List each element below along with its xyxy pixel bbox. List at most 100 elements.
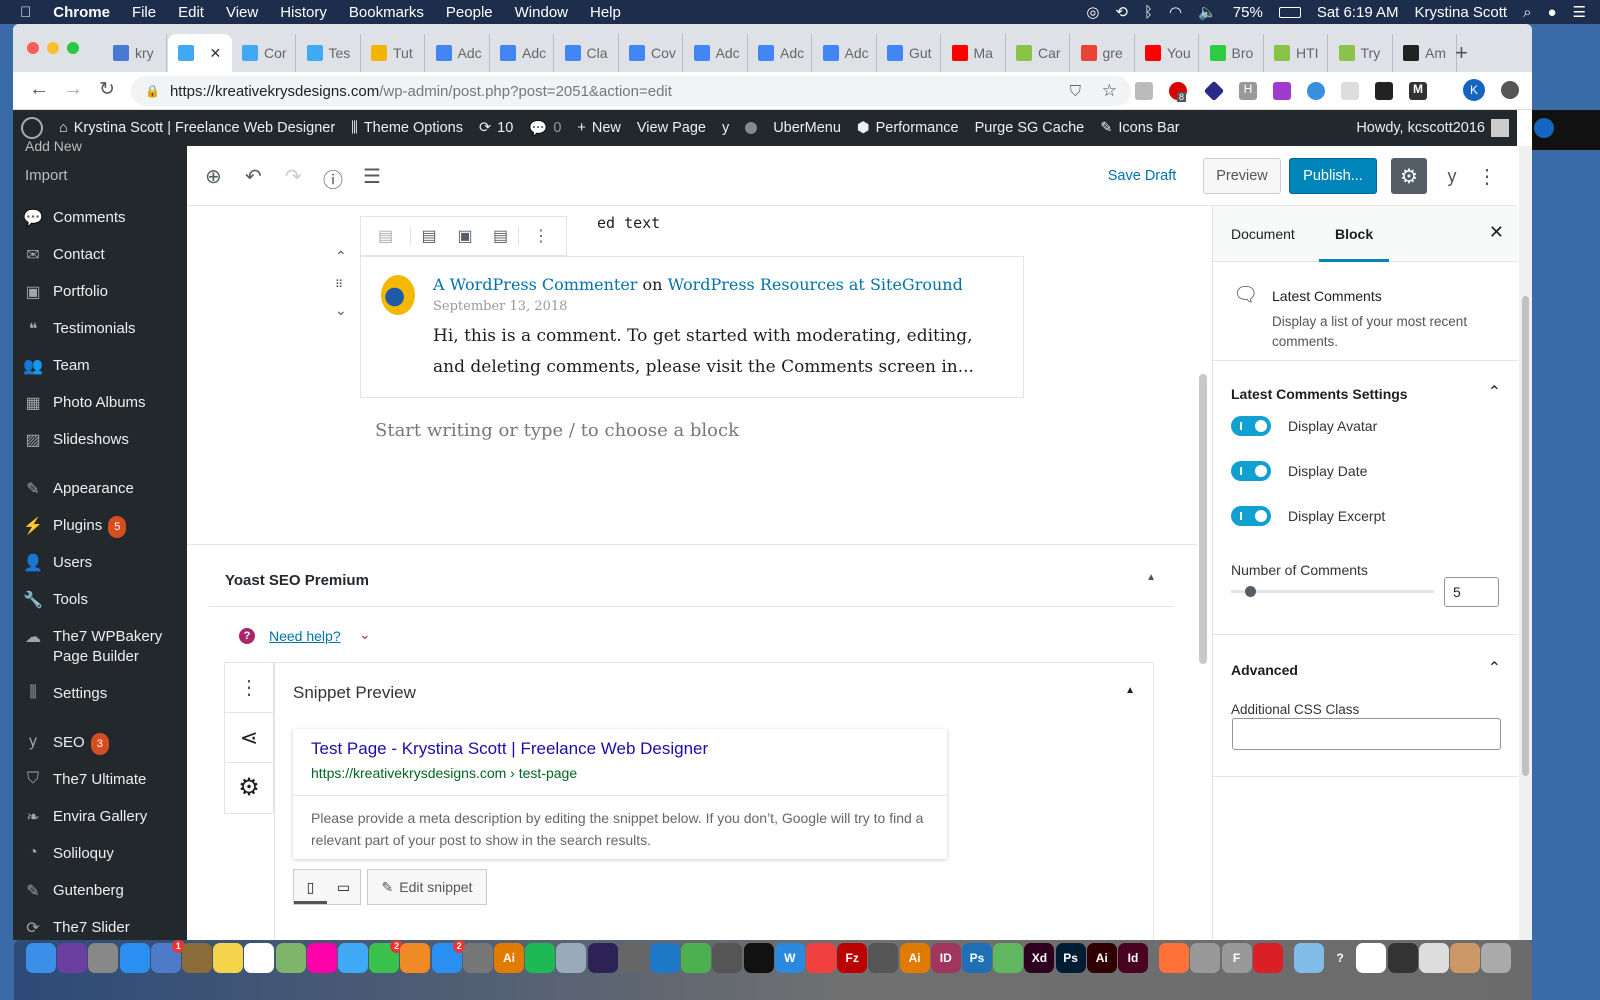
diamond-extension-icon[interactable]: [1203, 80, 1225, 102]
back-icon[interactable]: ←: [29, 78, 49, 101]
menu-file[interactable]: File: [132, 4, 156, 21]
reload-icon[interactable]: ↻: [99, 78, 115, 101]
yoast-sidebar-button[interactable]: y: [1437, 158, 1467, 194]
snippet-title[interactable]: Test Page - Krystina Scott | Freelance W…: [311, 739, 708, 759]
dock-photos-icon[interactable]: [306, 943, 337, 973]
h-extension-icon[interactable]: H: [1239, 82, 1257, 100]
dock-creative-cloud-icon[interactable]: [1252, 943, 1283, 973]
move-up-icon[interactable]: ⌃: [335, 248, 347, 265]
dock-sequel-pro-icon[interactable]: [1190, 943, 1221, 973]
css-class-input[interactable]: [1232, 718, 1501, 750]
sidebar-item-testimonials[interactable]: ❝ Testimonials: [13, 319, 187, 339]
sidebar-item-slideshows[interactable]: ▨ Slideshows: [13, 430, 187, 450]
dock-font-icon[interactable]: F: [1221, 943, 1252, 973]
adblock-extension-icon[interactable]: 8: [1169, 82, 1187, 102]
browser-tab[interactable]: Adc: [426, 34, 490, 72]
browser-tab[interactable]: Cor: [232, 34, 296, 72]
sidebar-item-photo-albums[interactable]: ▦ Photo Albums: [13, 393, 187, 413]
latest-comments-block[interactable]: A WordPress Commenter on WordPress Resou…: [360, 256, 1024, 398]
updates-count[interactable]: 10: [497, 120, 513, 136]
update-icon[interactable]: [1501, 81, 1519, 99]
dock-help-icon[interactable]: ?: [1325, 943, 1355, 973]
dock-doc-icon[interactable]: [1356, 943, 1387, 973]
share-icon[interactable]: ⋖: [225, 713, 273, 763]
drive-extension-icon[interactable]: [1135, 82, 1153, 100]
collapse-snippet-icon[interactable]: ▲: [1125, 685, 1135, 696]
siri-icon[interactable]: ●: [1547, 4, 1556, 21]
sidebar-item-settings[interactable]: ⫼ Settings: [13, 684, 187, 704]
tab-block[interactable]: Block: [1319, 226, 1390, 262]
sidebar-item-the7-wpbakery-page-builder[interactable]: ☁ The7 WPBakery Page Builder: [13, 627, 187, 667]
volume-icon[interactable]: 🔈: [1198, 3, 1217, 21]
dock-disk-icon[interactable]: [556, 943, 587, 973]
browser-tab[interactable]: gre: [1071, 34, 1135, 72]
icons-bar-link[interactable]: Icons Bar: [1118, 120, 1179, 136]
toggle-display-avatar[interactable]: [1231, 416, 1271, 436]
new-tab-button[interactable]: +: [1455, 40, 1468, 66]
browser-tab[interactable]: ✕: [167, 34, 232, 72]
dock-illustrator-cc-icon[interactable]: Ai: [1086, 943, 1117, 973]
align-left-icon[interactable]: ▤: [411, 226, 447, 246]
sidebar-item-team[interactable]: 👥 Team: [13, 356, 187, 376]
info-icon[interactable]: ⓘ: [323, 164, 343, 193]
browser-tab[interactable]: Ma: [942, 34, 1006, 72]
preformatted-text[interactable]: ed text: [597, 214, 660, 232]
sidebar-item-users[interactable]: 👤 Users: [13, 553, 187, 573]
undo-icon[interactable]: ↶: [245, 164, 262, 189]
user-name[interactable]: Krystina Scott: [1415, 4, 1508, 21]
settings-gear-button[interactable]: ⚙: [1391, 158, 1427, 194]
sidebar-item-gutenberg[interactable]: ✎ Gutenberg: [13, 881, 187, 901]
sidebar-item-portfolio[interactable]: ▣ Portfolio: [13, 282, 187, 302]
menu-history[interactable]: History: [280, 4, 327, 21]
dock-photoshop-cc-icon[interactable]: Ps: [1055, 943, 1086, 973]
dock-filezilla-icon[interactable]: Fz: [837, 943, 868, 973]
battery-percent[interactable]: 75%: [1233, 4, 1263, 21]
purge-cache-link[interactable]: Purge SG Cache: [975, 120, 1085, 136]
browser-tab[interactable]: Bro: [1200, 34, 1264, 72]
mobile-preview-icon[interactable]: ▯: [294, 870, 327, 904]
sidebar-item-soliloquy[interactable]: ◔ Soliloquy: [13, 844, 187, 864]
close-tab-icon[interactable]: ✕: [210, 45, 222, 62]
comments-count[interactable]: 0: [553, 120, 561, 136]
drag-handle-icon[interactable]: ⠿: [335, 278, 343, 291]
menu-bookmarks[interactable]: Bookmarks: [349, 4, 424, 21]
dock-script-icon[interactable]: [712, 943, 743, 973]
tab-document[interactable]: Document: [1231, 226, 1295, 242]
sidebar-item-seo[interactable]: y SEO 3: [13, 733, 187, 755]
dock-reminders-icon[interactable]: [244, 943, 275, 973]
settings-panel-title[interactable]: Latest Comments Settings: [1231, 386, 1408, 402]
close-sidebar-icon[interactable]: ✕: [1489, 222, 1504, 243]
dock-maps-icon[interactable]: [275, 943, 306, 973]
php-extension-icon[interactable]: [1341, 82, 1359, 100]
ubermenu-link[interactable]: UberMenu: [773, 120, 841, 136]
chevron-down-icon[interactable]: ⌄: [359, 626, 371, 643]
redo-icon[interactable]: ↷: [285, 164, 302, 189]
dock-illustrator-2-icon[interactable]: Ai: [899, 943, 930, 973]
editor-scrollbar[interactable]: [1199, 374, 1207, 664]
align-center-icon[interactable]: ▣: [447, 226, 483, 246]
sidebar-item-add-new[interactable]: Add New: [25, 138, 82, 154]
dock-safari-icon[interactable]: [119, 943, 150, 973]
dock-folder-icon[interactable]: [1294, 943, 1324, 973]
notification-center-icon[interactable]: ☰: [1573, 3, 1586, 21]
number-slider-thumb[interactable]: [1244, 586, 1256, 597]
more-menu-button[interactable]: ⋮: [1477, 158, 1497, 194]
dock-illustrator-icon[interactable]: Ai: [494, 943, 524, 973]
sidebar-item-comments[interactable]: 💬 Comments: [13, 208, 187, 228]
minimize-window-button[interactable]: [47, 42, 59, 54]
publish-button[interactable]: Publish...: [1289, 158, 1377, 194]
chevron-up-icon[interactable]: ⌃: [1488, 382, 1501, 402]
page-scrollbar[interactable]: [1519, 146, 1532, 940]
number-slider-track[interactable]: [1231, 586, 1434, 597]
menu-edit[interactable]: Edit: [178, 4, 204, 21]
number-of-comments-input[interactable]: 5: [1444, 577, 1499, 607]
spotlight-icon[interactable]: ⌕: [1523, 4, 1531, 21]
close-window-button[interactable]: [27, 42, 39, 54]
block-more-options-icon[interactable]: ⋮: [519, 226, 563, 246]
browser-tab[interactable]: Gut: [877, 34, 941, 72]
comment-author-link[interactable]: A WordPress Commenter: [433, 275, 637, 294]
browser-tab[interactable]: Adc: [748, 34, 812, 72]
dock-launchpad-icon[interactable]: [88, 943, 119, 973]
browser-tab[interactable]: Adc: [684, 34, 748, 72]
collapse-yoast-icon[interactable]: ▲: [1146, 572, 1156, 583]
